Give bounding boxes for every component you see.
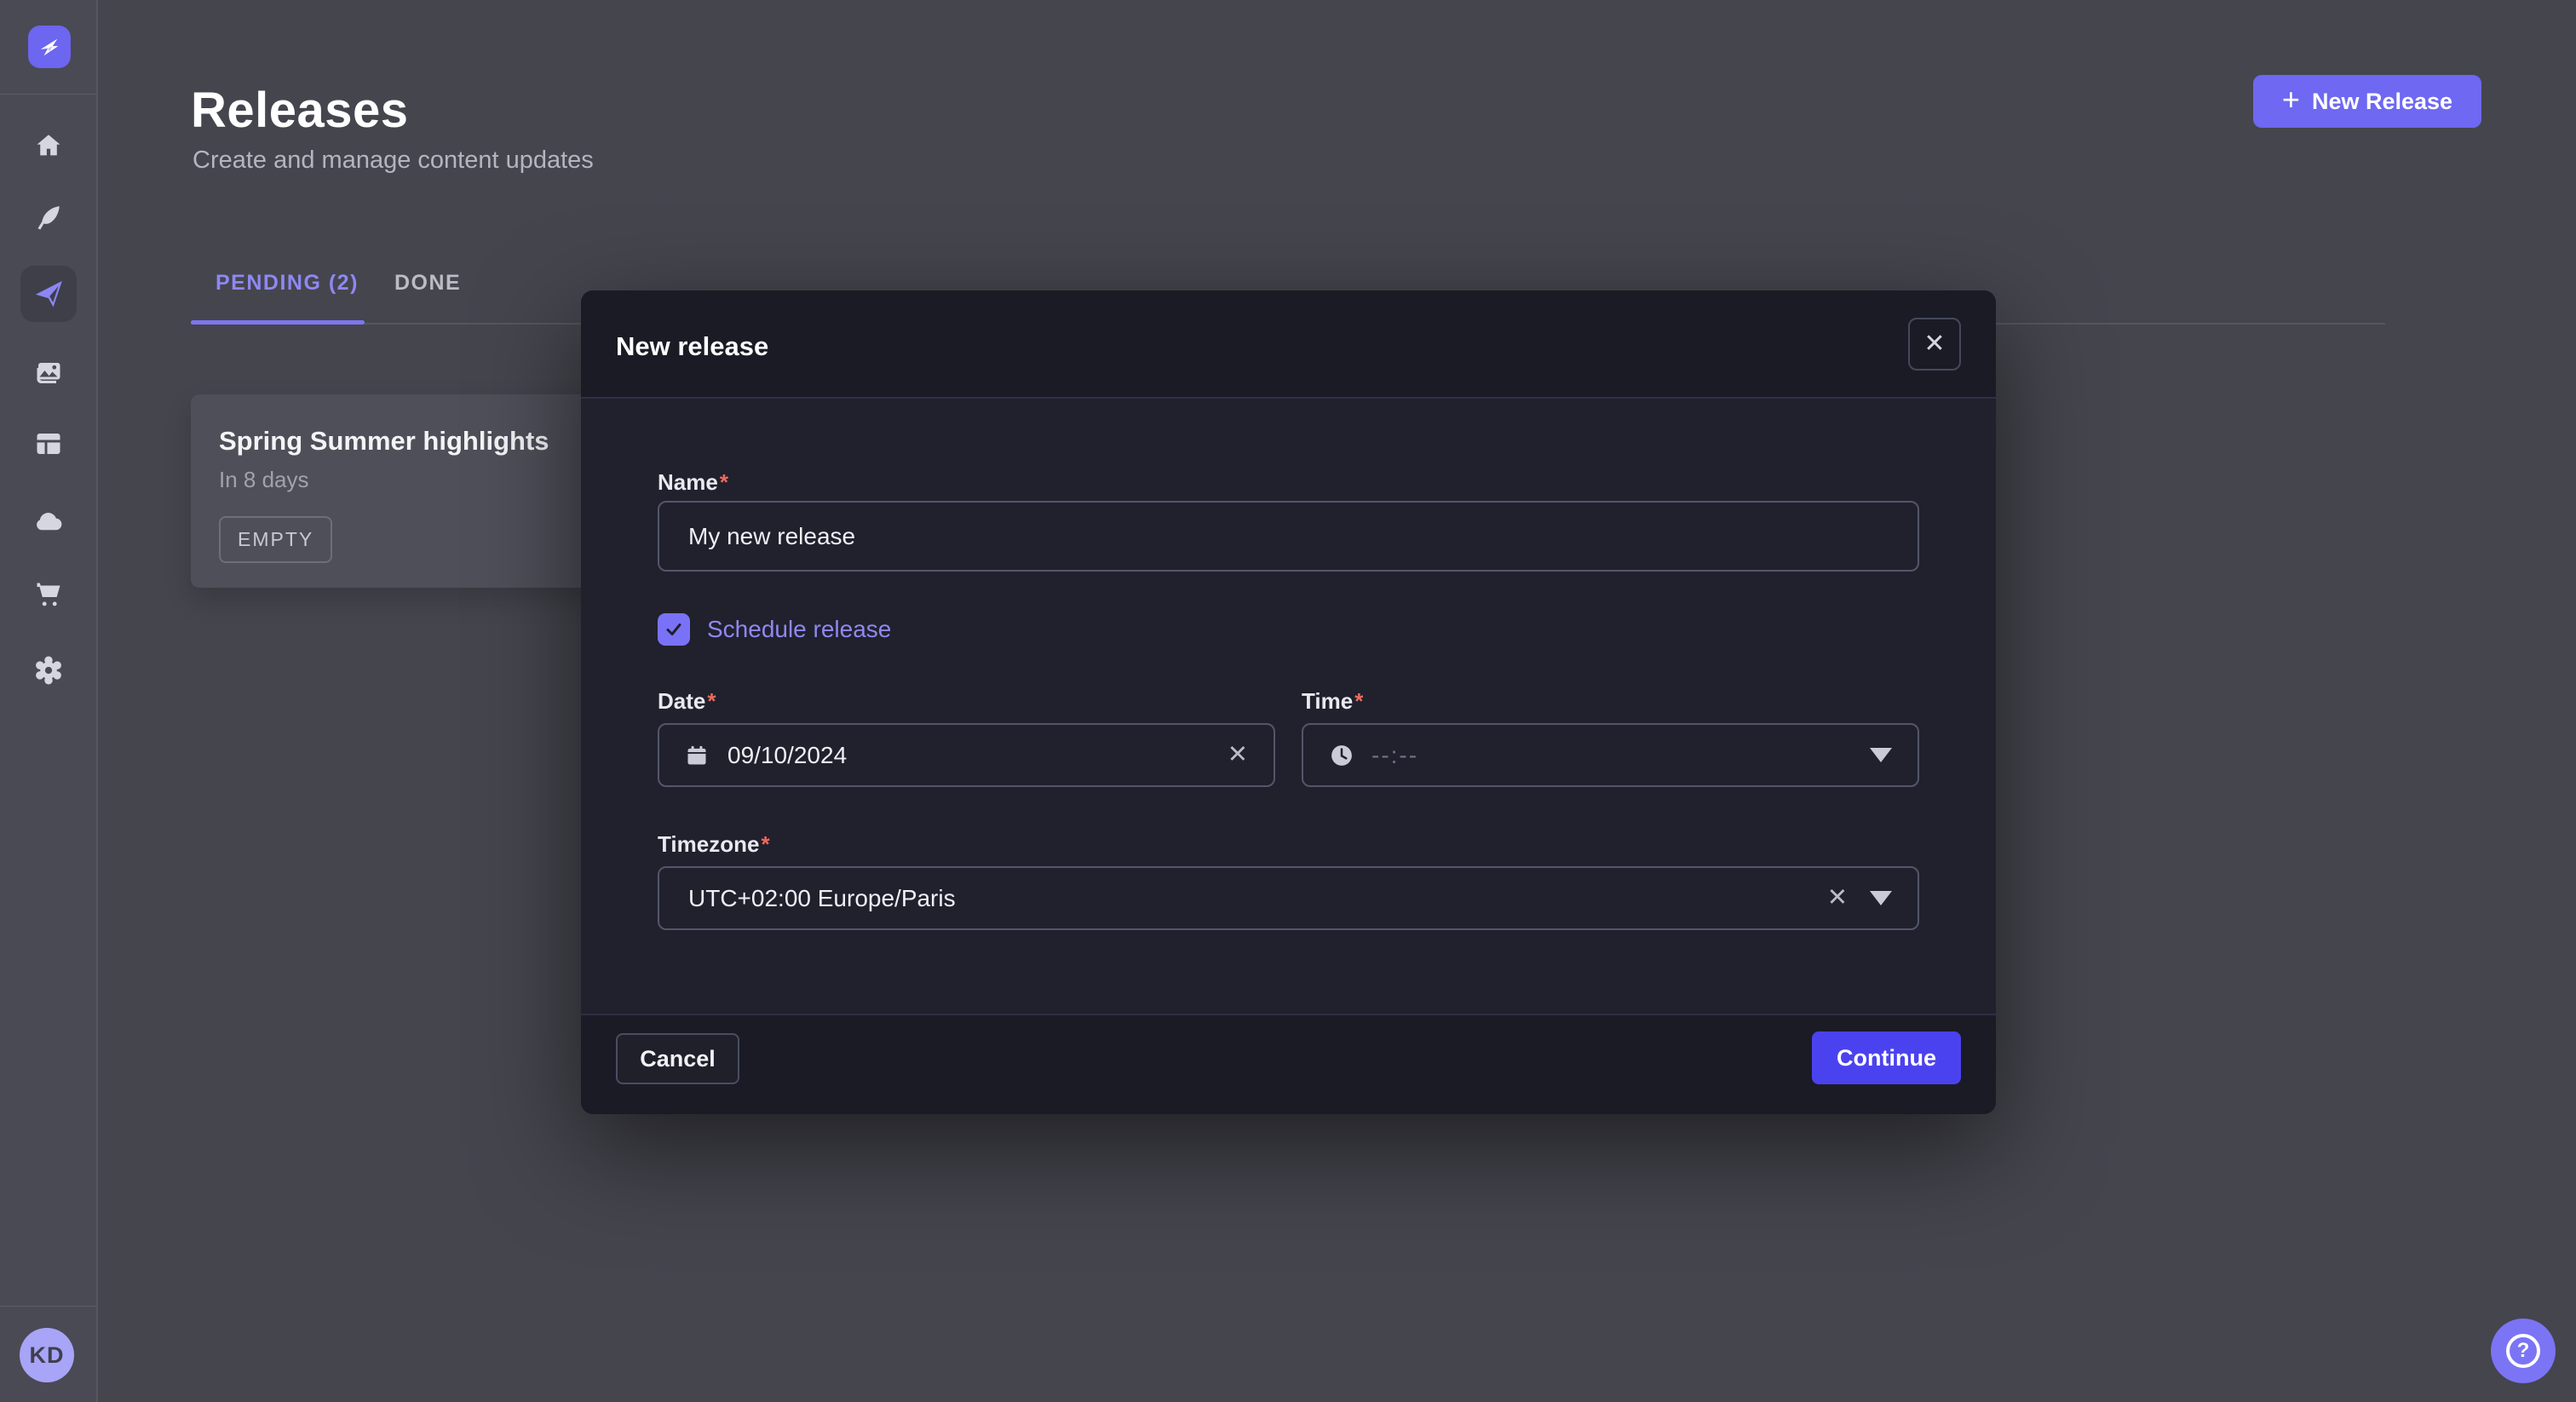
calendar-icon	[685, 744, 709, 767]
sidebar-item-pages[interactable]	[0, 428, 96, 459]
time-select[interactable]: --:--	[1302, 723, 1919, 787]
close-icon: ✕	[1923, 330, 1945, 358]
help-button[interactable]: ?	[2491, 1319, 2556, 1383]
sidebar-item-home[interactable]	[0, 131, 96, 160]
avatar[interactable]: KD	[20, 1328, 74, 1382]
checkmark-icon	[664, 619, 684, 640]
sidebar-item-settings[interactable]	[0, 654, 96, 687]
required-asterisk: *	[761, 831, 769, 857]
clear-date-icon[interactable]: ✕	[1228, 743, 1248, 767]
home-icon	[34, 131, 63, 160]
required-asterisk: *	[707, 688, 716, 714]
cloud-icon	[32, 505, 65, 537]
plus-icon: +	[2282, 84, 2300, 115]
sidebar-item-media[interactable]	[0, 358, 96, 388]
timezone-select[interactable]: UTC+02:00 Europe/Paris ✕	[658, 866, 1919, 930]
tab-done[interactable]: DONE	[394, 271, 461, 296]
close-button[interactable]: ✕	[1908, 318, 1961, 371]
brand-logo[interactable]	[28, 26, 71, 68]
name-label: Name*	[658, 469, 728, 496]
active-tab-underline	[191, 320, 365, 325]
layout-icon	[33, 428, 64, 459]
sidebar: KD	[0, 0, 98, 1402]
send-icon	[32, 278, 65, 310]
date-value: 09/10/2024	[727, 742, 847, 769]
release-card-title: Spring Summer highlights	[219, 426, 549, 457]
sidebar-item-shop[interactable]	[0, 579, 96, 610]
required-asterisk: *	[1354, 688, 1363, 714]
page-title: Releases	[191, 82, 409, 139]
clock-icon	[1329, 743, 1354, 768]
release-card-due: In 8 days	[219, 467, 309, 493]
new-release-button-label: New Release	[2312, 89, 2452, 115]
gear-icon	[32, 654, 65, 687]
new-release-modal: New release ✕ Name* Schedule release Dat…	[581, 290, 1996, 1114]
brand-logo-icon	[37, 34, 62, 60]
sidebar-divider	[0, 94, 96, 95]
cancel-button[interactable]: Cancel	[616, 1033, 739, 1084]
help-icon: ?	[2506, 1334, 2540, 1368]
sidebar-bottom-divider	[0, 1306, 96, 1307]
sidebar-item-releases-active[interactable]	[20, 266, 77, 322]
time-placeholder: --:--	[1371, 742, 1418, 769]
schedule-release-label: Schedule release	[707, 616, 891, 643]
modal-footer: Cancel Continue	[581, 1014, 1996, 1114]
date-label: Date*	[658, 688, 716, 715]
checkbox-checked[interactable]	[658, 613, 690, 646]
name-input[interactable]	[658, 501, 1919, 572]
new-release-button[interactable]: + New Release	[2253, 75, 2481, 128]
feather-icon	[34, 203, 63, 232]
cart-icon	[33, 579, 64, 610]
continue-button[interactable]: Continue	[1812, 1031, 1961, 1084]
date-picker[interactable]: 09/10/2024 ✕	[658, 723, 1275, 787]
timezone-label: Timezone*	[658, 831, 770, 858]
modal-header: New release ✕	[581, 290, 1996, 399]
schedule-release-checkbox-row[interactable]: Schedule release	[658, 613, 891, 646]
status-badge: EMPTY	[219, 516, 332, 563]
required-asterisk: *	[720, 469, 728, 495]
sidebar-item-compose[interactable]	[0, 203, 96, 232]
images-icon	[33, 358, 64, 388]
chevron-down-icon	[1870, 891, 1892, 905]
time-label: Time*	[1302, 688, 1363, 715]
modal-title: New release	[616, 331, 768, 362]
tab-pending[interactable]: PENDING (2)	[216, 271, 359, 296]
timezone-value: UTC+02:00 Europe/Paris	[688, 885, 956, 912]
clear-timezone-icon[interactable]: ✕	[1827, 886, 1848, 911]
chevron-down-icon	[1870, 748, 1892, 762]
app-window: KD Releases Create and manage content up…	[0, 0, 2576, 1402]
sidebar-item-storage[interactable]	[0, 505, 96, 537]
page-subtitle: Create and manage content updates	[193, 147, 594, 175]
